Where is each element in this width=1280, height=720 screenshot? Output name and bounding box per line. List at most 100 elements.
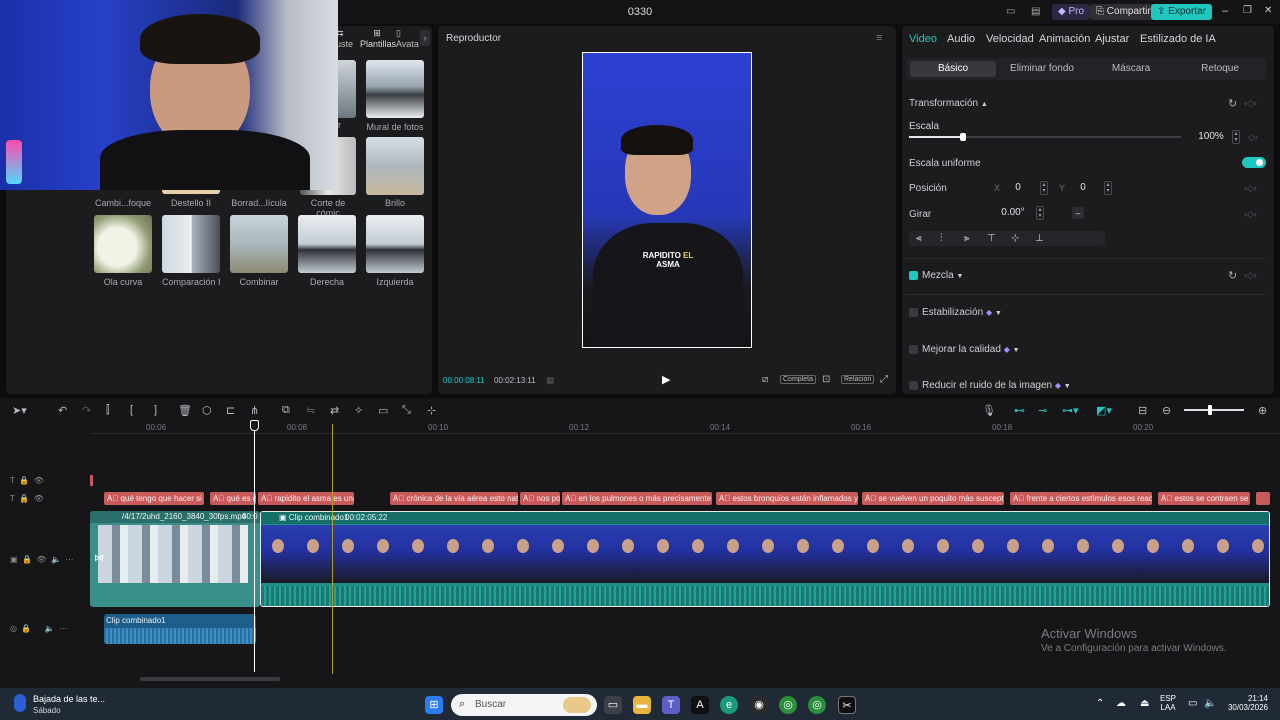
thermometer-icon[interactable]	[14, 694, 26, 712]
effect-thumb-partial[interactable]	[336, 60, 356, 118]
network-icon[interactable]: ▭	[1188, 698, 1197, 709]
cloud-icon[interactable]: ☁	[1116, 698, 1126, 709]
timeline-scrollbar[interactable]	[140, 677, 280, 681]
track-text2-controls[interactable]: T 🔒 👁	[10, 494, 44, 503]
caption-clip[interactable]: A⃞ estos se contraen se inf	[1158, 492, 1250, 505]
language-indicator[interactable]: ESP LAA	[1160, 694, 1176, 712]
track-toggle-icon[interactable]: ⊟	[1138, 404, 1147, 417]
scale-slider-knob[interactable]	[960, 133, 967, 141]
effect-mural[interactable]: Mural de fotos	[366, 60, 424, 132]
volume-icon[interactable]: 🔈	[1204, 698, 1216, 709]
full-button[interactable]: Completa	[780, 375, 816, 384]
teams-icon[interactable]: T	[662, 696, 680, 714]
edge-icon[interactable]: e	[720, 696, 738, 714]
windows-start-icon[interactable]: ⊞	[425, 696, 443, 714]
noise-checkbox[interactable]	[909, 381, 918, 390]
zoom-in-icon[interactable]: ⊕	[1258, 404, 1267, 417]
magnet-icon[interactable]: ⊸	[1038, 404, 1047, 417]
expand-icon[interactable]: ⊹	[427, 404, 436, 417]
effect-derecha[interactable]: Derecha	[298, 215, 356, 287]
chrome-icon[interactable]: ◎	[779, 696, 797, 714]
freeze-icon[interactable]: ⧉	[282, 404, 290, 417]
caption-clip[interactable]: A⃞ qué tengo que hacer si me	[104, 492, 204, 505]
timecode-icon[interactable]: ▦	[546, 375, 555, 386]
close-icon[interactable]: ✕	[1264, 5, 1272, 16]
playhead[interactable]	[254, 420, 255, 672]
ruler[interactable]	[90, 420, 1280, 434]
play-icon[interactable]: ▶	[662, 373, 670, 386]
pos-x-stepper[interactable]: ▴ ▾	[1040, 181, 1048, 195]
reset-icon[interactable]: ↻	[1228, 269, 1237, 282]
undo-icon[interactable]: ↶	[58, 404, 67, 417]
capcut-icon[interactable]: A	[691, 696, 709, 714]
align-right-icon[interactable]: ⫸	[964, 233, 970, 244]
maximize-icon[interactable]: ❐	[1243, 5, 1252, 16]
crop-icon[interactable]: ⧄	[762, 374, 768, 385]
rotate-input[interactable]: 0.00°	[998, 205, 1028, 221]
caption-clip[interactable]: A⃞ rapidito el asma es una er	[258, 492, 354, 505]
adjust-tab[interactable]: ⇆ uste	[336, 28, 356, 49]
task-view-icon[interactable]: ▭	[604, 696, 622, 714]
scale-value[interactable]: 100%	[1196, 129, 1226, 145]
templates-tab[interactable]: ⊞ Plantillas	[360, 28, 396, 49]
keyframe-icon[interactable]: ‹◇›	[1244, 183, 1257, 194]
preview-axis-icon[interactable]: ◩▾	[1096, 404, 1112, 417]
caption-clip[interactable]: A⃞ estos bronquios están inflamados y co…	[716, 492, 858, 505]
redo-icon[interactable]: ↷	[82, 404, 91, 417]
subtab-remove-bg[interactable]: Eliminar fondo	[999, 61, 1085, 77]
caption-clip[interactable]: A⃞ en los pulmones o más precisamente en…	[562, 492, 712, 505]
share-button[interactable]: ⎘ Compartir	[1090, 4, 1157, 20]
split-left-icon[interactable]: [	[130, 404, 133, 416]
track-audio-controls[interactable]: ◎ 🔒 🔈 ⋯	[10, 624, 67, 633]
mic-icon[interactable]: 🎙	[982, 404, 996, 417]
uniform-scale-toggle[interactable]	[1242, 157, 1266, 168]
subtab-retouch[interactable]: Retoque	[1177, 61, 1263, 77]
subtab-mask[interactable]: Máscara	[1088, 61, 1174, 77]
mirror-icon[interactable]: ⇄	[330, 404, 339, 417]
avatar-tab[interactable]: ▯ Avata	[396, 28, 420, 49]
pro-button[interactable]: ◆ Pro	[1052, 4, 1091, 20]
app-icon[interactable]: ◉	[750, 696, 768, 714]
video-clip-1[interactable]: /4/17/2uhd_2160_3840_30fps.mp4 00:0 ⋈	[90, 511, 260, 607]
blend-checkbox[interactable]	[909, 271, 918, 280]
text-clip-marker[interactable]	[90, 475, 93, 486]
export-button[interactable]: ⇪ Exportar	[1151, 4, 1212, 20]
stabilize-checkbox[interactable]	[909, 308, 918, 317]
minimize-icon[interactable]: –	[1222, 5, 1228, 17]
align-left-icon[interactable]: ⫷	[916, 233, 922, 244]
caption-clip[interactable]: A⃞ crónica de la vía aérea esto naturalm	[390, 492, 518, 505]
keyframe-icon[interactable]: ‹◇›	[1244, 270, 1257, 281]
scale-stepper[interactable]: ▴ ▾	[1232, 130, 1240, 144]
align-middle-icon[interactable]: ⊹	[1011, 233, 1019, 244]
pos-y-input[interactable]: 0	[1073, 180, 1093, 196]
menu-icon[interactable]: ≡	[876, 32, 882, 44]
tab-adjust[interactable]: Ajustar	[1095, 33, 1129, 45]
editor-icon[interactable]: ✂	[838, 696, 856, 714]
caption-clip[interactable]	[1256, 492, 1270, 505]
align-top-icon[interactable]: ⊤	[987, 233, 996, 244]
tab-video[interactable]: Video	[909, 33, 937, 45]
subtab-basic[interactable]: Básico	[910, 61, 996, 77]
effect-brillo[interactable]	[366, 137, 424, 195]
caption-tool-icon[interactable]: ▭	[378, 404, 388, 417]
pos-y-stepper[interactable]: ▴ ▾	[1104, 181, 1112, 195]
ratio-button[interactable]: Relación	[841, 375, 875, 384]
tab-ai-style[interactable]: Estilizado de IA	[1140, 33, 1216, 45]
playhead-handle[interactable]	[250, 420, 259, 431]
chrome-profile-icon[interactable]: ◎	[808, 696, 826, 714]
snap-icon[interactable]: ⊶▾	[1062, 404, 1079, 417]
transform-label[interactable]: Transformación ▲	[909, 98, 988, 109]
align-bottom-icon[interactable]: ⊥	[1035, 233, 1044, 244]
split-icon[interactable]: ⫿	[106, 404, 110, 417]
audio-clip[interactable]: Clip combinado1	[104, 614, 256, 644]
crop-tool-icon[interactable]: ⊏	[226, 404, 235, 417]
select-tool-icon[interactable]: ➤▾	[12, 404, 27, 417]
quality-checkbox[interactable]	[909, 345, 918, 354]
link-icon[interactable]: ⊷	[1014, 404, 1025, 417]
tab-speed[interactable]: Velocidad	[986, 33, 1034, 45]
magic-icon[interactable]: ✧	[354, 404, 363, 417]
reset-icon[interactable]: ↻	[1228, 97, 1237, 110]
rotate-stepper[interactable]: ▴ ▾	[1036, 206, 1044, 220]
align-center-icon[interactable]: ⫶	[940, 233, 943, 244]
split-right-icon[interactable]: ]	[154, 404, 157, 416]
